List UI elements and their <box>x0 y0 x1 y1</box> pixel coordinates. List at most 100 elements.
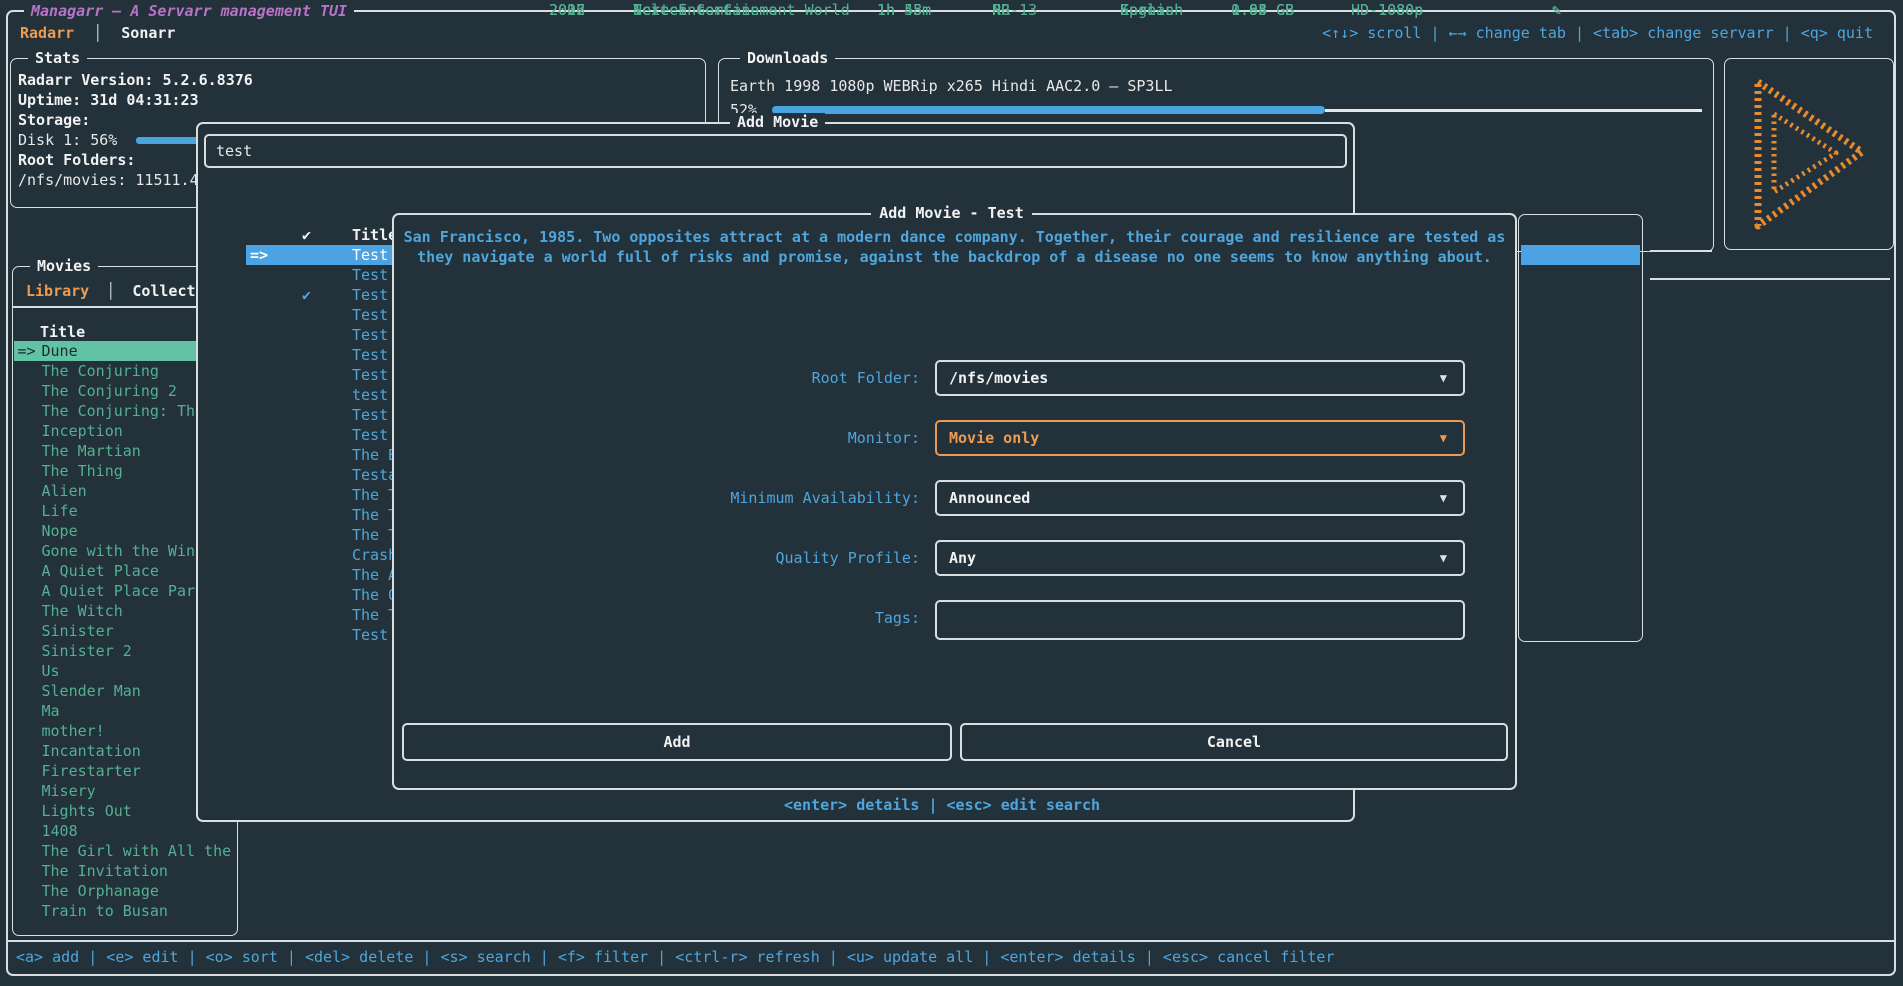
check-icon: ✔ <box>302 285 311 305</box>
movie-title: Dune <box>42 342 78 360</box>
quality-profile-label: Quality Profile: <box>412 540 920 576</box>
movie-table-row[interactable]: 2016 Next Entertainment World 1h 58m NR … <box>549 0 1649 20</box>
search-help-text: <enter> details | <esc> edit search <box>392 795 1492 815</box>
stats-panel-title: Stats <box>28 49 87 67</box>
result-title: Test <box>352 365 388 385</box>
result-title: Test <box>352 265 388 285</box>
movie-title: Slender Man <box>42 682 141 700</box>
terminal-screen: Managarr – A Servarr management TUI Rada… <box>0 0 1903 986</box>
movies-column-header: Title <box>40 322 85 342</box>
monitor-value: Movie only <box>949 429 1039 447</box>
quality-profile-dropdown[interactable]: Any ▼ <box>935 540 1465 576</box>
results-header-title: Title <box>352 225 397 245</box>
movie-list-item[interactable]: The Invitation <box>14 861 237 881</box>
monitor-label: Monitor: <box>412 420 920 456</box>
results-selected-row-right-segment <box>1521 245 1640 265</box>
movie-title: A Quiet Place <box>42 562 159 580</box>
managarr-logo-icon <box>1744 74 1876 234</box>
cell-year: 2016 <box>549 0 585 20</box>
root-folder-dropdown[interactable]: /nfs/movies ▼ <box>935 360 1465 396</box>
tab-library[interactable]: Library <box>26 282 89 300</box>
selection-marker: => <box>18 341 36 361</box>
movie-title: 1408 <box>42 822 78 840</box>
tab-sonarr[interactable]: Sonarr <box>121 24 175 42</box>
keybar-divider <box>7 940 1895 942</box>
movie-title: Firestarter <box>42 762 141 780</box>
edit-pencil-icon[interactable]: ✎ <box>1552 0 1561 20</box>
app-title: Managarr – A Servarr management TUI <box>24 2 354 20</box>
downloads-panel-title: Downloads <box>740 49 835 67</box>
stat-radarr-version: Radarr Version: 5.2.6.8376 <box>18 70 678 90</box>
movie-title: Misery <box>42 782 96 800</box>
result-title: test <box>352 385 388 405</box>
movie-title: Sinister <box>42 622 114 640</box>
movie-list-item[interactable]: 1408 <box>14 821 237 841</box>
selection-marker: => <box>250 245 268 265</box>
movie-title: Alien <box>42 482 87 500</box>
add-button[interactable]: Add <box>402 723 952 761</box>
cell-language: Korean <box>1120 0 1174 20</box>
movie-title: Life <box>42 502 78 520</box>
result-title: Test <box>352 325 388 345</box>
results-header-check-icon: ✔ <box>302 225 311 245</box>
result-title: Test <box>352 285 388 305</box>
movie-overview-line1: San Francisco, 1985. Two opposites attra… <box>394 227 1515 247</box>
tab-radarr[interactable]: Radarr <box>20 24 74 42</box>
tab-separator: │ <box>93 24 102 42</box>
result-title: Test <box>352 625 388 645</box>
cancel-button[interactable]: Cancel <box>960 723 1508 761</box>
movie-title: Ma <box>42 702 60 720</box>
movie-list-item[interactable]: The Orphanage <box>14 881 237 901</box>
movie-title: The Conjuring <box>42 362 159 380</box>
table-top-border-fragment <box>1650 278 1890 280</box>
movie-list-item[interactable]: The Girl with All the <box>14 841 237 861</box>
results-right-column <box>1518 214 1643 642</box>
tags-label: Tags: <box>412 600 920 636</box>
root-folder-value: /nfs/movies <box>949 369 1048 387</box>
movie-list-item[interactable]: Train to Busan <box>14 901 237 921</box>
library-tab-separator: │ <box>106 282 115 300</box>
downloads-bottom-fragment <box>1650 250 1712 252</box>
movie-title: The Martian <box>42 442 141 460</box>
movie-title: The Girl with All the <box>42 842 232 860</box>
result-title: Test <box>352 405 388 425</box>
cell-rating: NR <box>992 0 1010 20</box>
movie-title: Gone with the Wind <box>42 542 205 560</box>
download-progress-track <box>1325 109 1702 112</box>
result-title: Test <box>352 305 388 325</box>
movie-title: The Witch <box>42 602 123 620</box>
movie-title: Nope <box>42 522 78 540</box>
movie-title: Incantation <box>42 742 141 760</box>
chevron-down-icon: ▼ <box>1440 422 1447 454</box>
add-movie-modal: San Francisco, 1985. Two opposites attra… <box>392 213 1517 790</box>
movie-title: The Invitation <box>42 862 168 880</box>
add-movie-popup-title: Add Movie <box>730 113 825 131</box>
result-title: Test <box>352 345 388 365</box>
tags-input[interactable] <box>935 600 1465 640</box>
movie-overview-line2: they navigate a world full of risks and … <box>394 247 1515 267</box>
movie-title: Sinister 2 <box>42 642 132 660</box>
movie-title: The Conjuring 2 <box>42 382 177 400</box>
minimum-availability-dropdown[interactable]: Announced ▼ <box>935 480 1465 516</box>
cell-runtime: 1h 58m <box>877 0 931 20</box>
movie-title: The Orphanage <box>42 882 159 900</box>
movie-title: Lights Out <box>42 802 132 820</box>
download-progress-bar <box>772 106 1325 114</box>
cell-studio: Next Entertainment World <box>633 0 850 20</box>
result-title: Test <box>352 245 388 265</box>
servarr-tabs: Radarr │ Sonarr <box>20 22 175 44</box>
movie-title: The Thing <box>42 462 123 480</box>
chevron-down-icon: ▼ <box>1440 542 1447 574</box>
monitor-dropdown[interactable]: Movie only ▼ <box>935 420 1465 456</box>
movie-title: Us <box>42 662 60 680</box>
quality-profile-value: Any <box>949 549 976 567</box>
movie-title: Train to Busan <box>42 902 168 920</box>
chevron-down-icon: ▼ <box>1440 482 1447 514</box>
root-folder-label: Root Folder: <box>412 360 920 396</box>
movies-panel-title: Movies <box>30 257 98 275</box>
movie-title: Inception <box>42 422 123 440</box>
movie-search-input[interactable] <box>206 136 1345 166</box>
top-keybinds: <↑↓> scroll | ←→ change tab | <tab> chan… <box>1322 22 1873 44</box>
minimum-availability-label: Minimum Availability: <box>412 480 920 516</box>
minimum-availability-value: Announced <box>949 489 1030 507</box>
